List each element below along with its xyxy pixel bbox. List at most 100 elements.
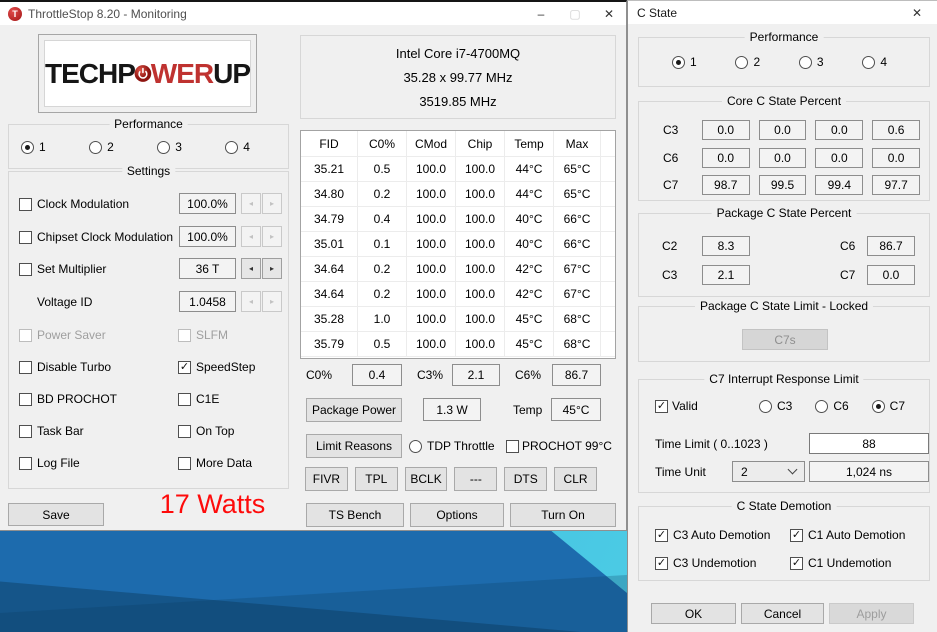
dialog-performance-option-1[interactable]: 1	[672, 55, 697, 69]
tdp-throttle-radio[interactable]	[409, 440, 422, 453]
interrupt-option-c7[interactable]: C7	[872, 399, 905, 413]
bclk-button[interactable]: BCLK	[405, 467, 448, 491]
performance-radio-4[interactable]	[225, 141, 238, 154]
dialog-performance-radio-4[interactable]	[862, 56, 875, 69]
valid-option[interactable]: Valid	[655, 399, 698, 413]
chipset-clock-modulation-checkbox[interactable]	[19, 231, 32, 244]
dts-button[interactable]: DTS	[504, 467, 547, 491]
setting-task-bar[interactable]: Task Bar	[19, 424, 178, 438]
performance-option-2[interactable]: 2	[89, 140, 114, 154]
checkbox[interactable]	[790, 557, 803, 570]
performance-label: Performance	[109, 117, 188, 131]
demotion-c3-undemotion[interactable]: C3 Undemotion	[655, 556, 790, 570]
turn-on-button[interactable]: Turn On	[510, 503, 616, 527]
cancel-button[interactable]: Cancel	[741, 603, 824, 624]
ok-button[interactable]: OK	[651, 603, 736, 624]
dialog-performance-group: Performance 1234	[638, 37, 930, 87]
dialog-performance-radio-3[interactable]	[799, 56, 812, 69]
left-arrow-button[interactable]: ◂	[241, 258, 261, 279]
close-button[interactable]: ✕	[592, 2, 626, 25]
performance-radio-label: 4	[243, 140, 250, 154]
dialog-performance-radio-1[interactable]	[672, 56, 685, 69]
limit-reasons-button[interactable]: Limit Reasons	[306, 434, 402, 458]
time-unit-select[interactable]: 2	[732, 461, 805, 482]
demotion-c1-undemotion[interactable]: C1 Undemotion	[790, 556, 919, 570]
checkbox[interactable]	[178, 393, 191, 406]
voltage-id-value: 1.0458	[179, 291, 236, 312]
ts-bench-button[interactable]: TS Bench	[306, 503, 404, 527]
dialog-title: C State	[637, 6, 677, 20]
save-button[interactable]: Save	[8, 503, 104, 526]
package-cell-value: 86.7	[867, 236, 915, 256]
performance-radio-2[interactable]	[89, 141, 102, 154]
clr-button[interactable]: CLR	[554, 467, 597, 491]
time-unit-result: 1,024 ns	[809, 461, 929, 482]
checkbox-label: SLFM	[196, 328, 228, 342]
setting-bd-prochot[interactable]: BD PROCHOT	[19, 392, 178, 406]
interrupt-radio-c7[interactable]	[872, 400, 885, 413]
checkbox[interactable]	[19, 457, 32, 470]
checkbox[interactable]	[178, 361, 191, 374]
tdp-throttle-option[interactable]: TDP Throttle	[409, 439, 495, 453]
dialog-performance-option-4[interactable]: 4	[862, 55, 887, 69]
setting-slfm: SLFM	[178, 328, 282, 342]
performance-radio-3[interactable]	[157, 141, 170, 154]
checkbox[interactable]	[178, 425, 191, 438]
interrupt-radio-c3[interactable]	[759, 400, 772, 413]
performance-option-4[interactable]: 4	[225, 140, 250, 154]
checkbox-label: C3 Auto Demotion	[673, 528, 770, 542]
interrupt-option-c3[interactable]: C3	[759, 399, 792, 413]
column-header: Max	[554, 131, 601, 157]
performance-radio-1[interactable]	[21, 141, 34, 154]
valid-checkbox[interactable]	[655, 400, 668, 413]
options-button[interactable]: Options	[410, 503, 504, 527]
table-cell: 0.5	[358, 157, 407, 182]
table-cell-filler	[601, 282, 615, 307]
setting-c1e[interactable]: C1E	[178, 392, 282, 406]
clock-modulation-checkbox[interactable]	[19, 198, 32, 211]
temp-value: 45°C	[551, 398, 601, 421]
table-cell: 100.0	[407, 257, 456, 282]
prochot-option[interactable]: PROCHOT 99°C	[506, 439, 612, 453]
time-limit-input[interactable]: 88	[809, 433, 929, 454]
checkbox[interactable]	[790, 529, 803, 542]
title-bar[interactable]: T ThrottleStop 8.20 - Monitoring – ▢ ✕	[0, 2, 626, 25]
checkbox-label: C1 Undemotion	[808, 556, 891, 570]
checkbox[interactable]	[19, 425, 32, 438]
dialog-performance-option-3[interactable]: 3	[799, 55, 824, 69]
tpl-button[interactable]: TPL	[355, 467, 398, 491]
dialog-performance-radio-2[interactable]	[735, 56, 748, 69]
valid-label: Valid	[672, 399, 698, 413]
setting-on-top[interactable]: On Top	[178, 424, 282, 438]
dialog-performance-option-2[interactable]: 2	[735, 55, 760, 69]
interrupt-radio-c6[interactable]	[815, 400, 828, 413]
demotion-c3-auto-demotion[interactable]: C3 Auto Demotion	[655, 528, 790, 542]
right-arrow-button[interactable]: ▸	[262, 258, 282, 279]
setting-more-data[interactable]: More Data	[178, 456, 282, 470]
fivr-button[interactable]: FIVR	[305, 467, 348, 491]
dialog-title-bar[interactable]: C State ✕	[628, 1, 937, 24]
column-header: Temp	[505, 131, 554, 157]
checkbox[interactable]	[655, 529, 668, 542]
interrupt-option-c6[interactable]: C6	[815, 399, 848, 413]
table-cell: 65°C	[554, 182, 601, 207]
checkbox[interactable]	[19, 393, 32, 406]
performance-option-1[interactable]: 1	[21, 140, 46, 154]
separator-button[interactable]: ---	[454, 467, 497, 491]
performance-option-3[interactable]: 3	[157, 140, 182, 154]
minimize-button[interactable]: –	[524, 2, 558, 25]
demotion-checkbox-grid: C3 Auto Demotion C1 Auto DemotionC3 Undem…	[655, 521, 919, 577]
prochot-checkbox[interactable]	[506, 440, 519, 453]
demotion-c1-auto-demotion[interactable]: C1 Auto Demotion	[790, 528, 919, 542]
setting-speedstep[interactable]: SpeedStep	[178, 360, 282, 374]
checkbox[interactable]	[19, 361, 32, 374]
table-cell: 100.0	[407, 332, 456, 357]
setting-disable-turbo[interactable]: Disable Turbo	[19, 360, 178, 374]
set-multiplier-checkbox[interactable]	[19, 263, 32, 276]
checkbox[interactable]	[178, 457, 191, 470]
setting-log-file[interactable]: Log File	[19, 456, 178, 470]
package-power-button[interactable]: Package Power	[306, 398, 402, 422]
checkbox[interactable]	[655, 557, 668, 570]
dialog-close-button[interactable]: ✕	[897, 1, 937, 24]
table-cell: 67°C	[554, 257, 601, 282]
